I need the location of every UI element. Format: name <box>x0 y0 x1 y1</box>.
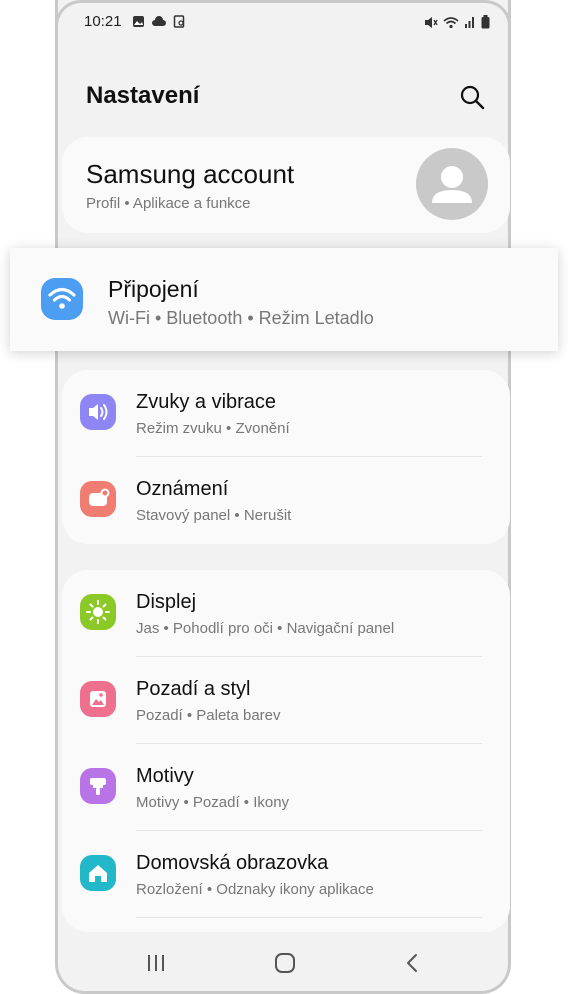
volume-icon <box>80 394 116 430</box>
wallpaper-icon <box>80 681 116 717</box>
settings-item-connections[interactable]: Připojení Wi-Fi • Bluetooth • Režim Leta… <box>10 248 558 351</box>
recents-icon[interactable] <box>141 948 171 978</box>
settings-item-home-screen[interactable]: Domovská obrazovka Rozložení • Odznaky i… <box>62 831 510 918</box>
settings-item-sounds[interactable]: Zvuky a vibrace Režim zvuku • Zvonění <box>62 370 510 457</box>
item-subtitle: Pozadí • Paleta barev <box>136 707 281 724</box>
item-subtitle: Režim zvuku • Zvonění <box>136 420 290 437</box>
signal-icon <box>465 16 474 28</box>
item-label: Motivy <box>136 765 194 787</box>
status-bar: 10:21 <box>84 12 494 32</box>
settings-item-notifications[interactable]: Oznámení Stavový panel • Nerušit <box>62 457 510 544</box>
mute-icon <box>425 16 438 28</box>
person-icon <box>432 166 472 203</box>
home-icon <box>80 855 116 891</box>
item-subtitle: Jas • Pohodlí pro oči • Navigační panel <box>136 620 395 637</box>
item-label: Displej <box>136 591 197 613</box>
item-label: Domovská obrazovka <box>136 852 329 874</box>
item-subtitle: Rozložení • Odznaky ikony aplikace <box>136 881 374 898</box>
divider <box>136 917 482 918</box>
settings-group-display: Displej Jas • Pohodlí pro oči • Navigačn… <box>62 570 510 932</box>
wifi-icon <box>41 278 83 320</box>
battery-icon <box>481 15 490 29</box>
brush-icon <box>80 768 116 804</box>
item-label: Pozadí a styl <box>136 678 251 700</box>
connections-subtitle: Wi-Fi • Bluetooth • Režim Letadlo <box>108 308 374 328</box>
item-label: Oznámení <box>136 478 229 500</box>
settings-item-wallpaper[interactable]: Pozadí a styl Pozadí • Paleta barev <box>62 657 510 744</box>
home-button-icon[interactable] <box>270 948 300 978</box>
item-subtitle: Motivy • Pozadí • Ikony <box>136 794 290 811</box>
wifi-icon <box>443 16 459 28</box>
settings-group-sound-notifications: Zvuky a vibrace Režim zvuku • Zvonění Oz… <box>62 370 510 544</box>
settings-item-display[interactable]: Displej Jas • Pohodlí pro oči • Navigačn… <box>62 570 510 657</box>
avatar[interactable] <box>416 148 488 220</box>
samsung-account-card[interactable]: Samsung account Profil • Aplikace a funk… <box>62 137 510 233</box>
status-time: 10:21 <box>84 13 122 30</box>
screenshot-icon <box>173 15 185 28</box>
back-icon[interactable] <box>398 948 428 978</box>
item-subtitle: Stavový panel • Nerušit <box>136 507 292 524</box>
navigation-bar <box>58 936 508 992</box>
sun-icon <box>80 594 116 630</box>
search-icon[interactable] <box>458 83 486 111</box>
item-label: Zvuky a vibrace <box>136 391 277 413</box>
account-subtitle: Profil • Aplikace a funkce <box>86 195 251 212</box>
page-title: Nastavení <box>86 82 200 109</box>
settings-item-themes[interactable]: Motivy Motivy • Pozadí • Ikony <box>62 744 510 831</box>
notification-icon <box>80 481 116 517</box>
connections-label: Připojení <box>108 276 199 302</box>
cloud-icon <box>152 16 166 26</box>
gallery-icon <box>133 16 144 27</box>
account-title: Samsung account <box>86 159 295 189</box>
